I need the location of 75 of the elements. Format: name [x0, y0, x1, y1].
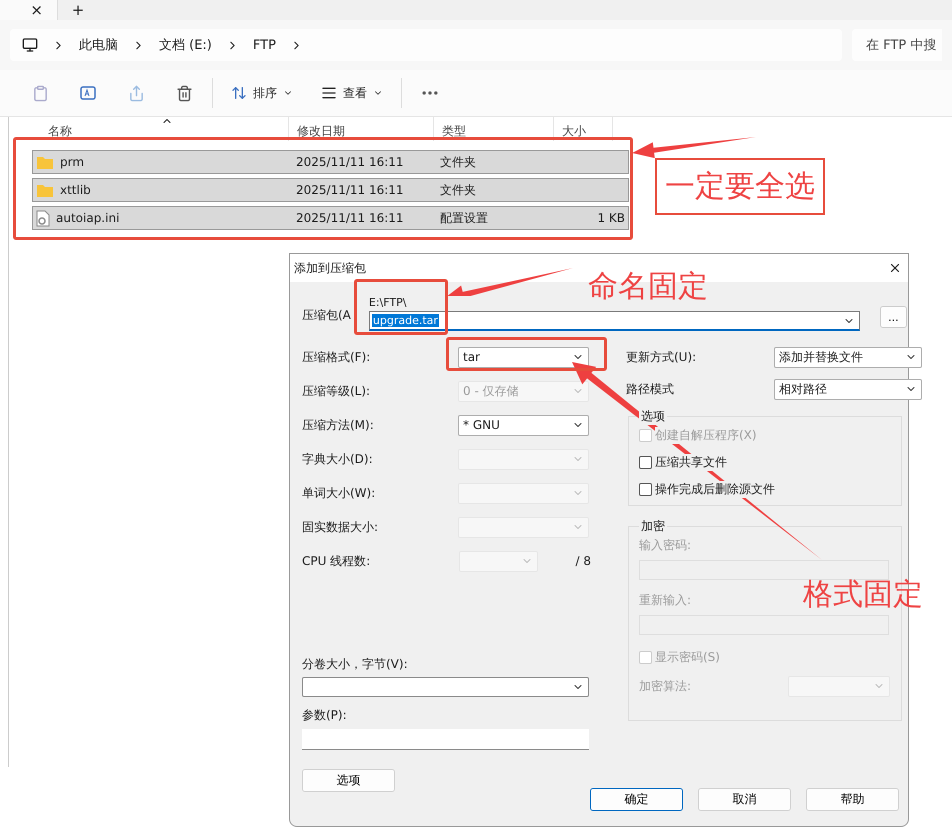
file-row[interactable]: autoiap.ini 2025/11/11 16:11 配置设置 1 KB [32, 206, 629, 230]
field-label: 压缩格式(F): [302, 348, 370, 366]
file-type: 文件夹 [440, 154, 477, 170]
column-header[interactable]: 名称 [9, 117, 289, 141]
checkbox-label: 显示密码(S) [655, 649, 720, 666]
breadcrumb-item[interactable]: 文档 (E:) [159, 36, 212, 54]
browse-button[interactable]: ... [880, 306, 907, 328]
dialog-button[interactable]: 确定 [590, 788, 683, 811]
rename-icon[interactable] [79, 84, 97, 102]
checkbox-label: 压缩共享文件 [655, 454, 727, 471]
field-label: 路径模式 [626, 380, 674, 398]
sort-icon [231, 85, 247, 101]
parameters-field[interactable] [302, 729, 589, 750]
field-label: 字典大小(D): [302, 450, 373, 468]
share-icon[interactable] [128, 84, 144, 102]
breadcrumb-item[interactable]: 此电脑 [79, 36, 118, 54]
file-name: autoiap.ini [56, 211, 120, 225]
delete-icon[interactable] [176, 84, 192, 102]
close-icon[interactable] [888, 261, 902, 275]
list-icon [321, 85, 337, 101]
column-header[interactable]: 大小 [554, 117, 613, 141]
settings-file-icon [36, 210, 50, 226]
options-button[interactable]: 选项 [302, 769, 395, 792]
paste-icon[interactable] [32, 84, 48, 102]
new-tab-button[interactable]: + [58, 1, 98, 19]
file-date: 2025/11/11 16:11 [296, 211, 405, 225]
file-row[interactable]: xttlib 2025/11/11 16:11 文件夹 [32, 178, 629, 202]
dialog-title: 添加到压缩包 [294, 260, 366, 276]
column-header[interactable]: 修改日期 [289, 117, 434, 141]
field-label: 更新方式(U): [626, 348, 696, 366]
view-button[interactable]: 查看 [307, 84, 397, 102]
file-type: 文件夹 [440, 182, 477, 198]
thread-total: / 8 [576, 554, 591, 568]
file-size: 1 KB [596, 211, 626, 225]
file-row[interactable]: prm 2025/11/11 16:11 文件夹 [32, 150, 629, 174]
file-name: prm [60, 155, 84, 169]
file-type: 配置设置 [440, 210, 489, 226]
computer-icon [22, 37, 38, 53]
dropdown[interactable]: 相对路径 [774, 378, 922, 400]
dropdown[interactable] [788, 676, 890, 696]
checkbox[interactable] [639, 456, 652, 469]
dropdown[interactable]: 添加并替换文件 [774, 346, 922, 368]
volume-size-dropdown[interactable] [302, 677, 589, 697]
annotation-label: 格式固定 [803, 576, 923, 614]
address-bar[interactable]: 此电脑 文档 (E:) FTP [10, 29, 842, 61]
folder-icon [36, 182, 54, 198]
breadcrumb-item[interactable]: FTP [252, 38, 276, 52]
field-label: 固实数据大小: [302, 518, 378, 536]
file-name: xttlib [60, 183, 91, 197]
column-header[interactable]: 类型 [434, 117, 554, 141]
search-field[interactable]: 在 FTP 中搜 [852, 29, 942, 61]
checkbox-label: 操作完成后删除源文件 [655, 481, 775, 498]
dropdown[interactable]: tar [458, 346, 589, 368]
dialog-button[interactable]: 取消 [698, 788, 791, 811]
field-label: 加密算法: [639, 678, 692, 694]
close-tab-button[interactable]: × [0, 0, 58, 20]
archive-name-field[interactable]: upgrade.tar [368, 311, 860, 331]
checkbox-label: 创建自解压程序(X) [655, 427, 757, 444]
field-label: 单词大小(W): [302, 484, 376, 502]
field-label: 压缩等级(L): [302, 382, 370, 400]
file-date: 2025/11/11 16:11 [296, 183, 405, 197]
group-title: 选项 [639, 408, 667, 425]
field-label: 压缩方法(M): [302, 416, 374, 434]
field-label: 输入密码: [639, 537, 692, 554]
folder-icon [36, 154, 54, 170]
field-label: 重新输入: [639, 592, 692, 609]
dropdown[interactable]: * GNU [458, 414, 589, 436]
checkbox[interactable] [639, 483, 652, 496]
field-label: CPU 线程数: [302, 552, 370, 570]
file-date: 2025/11/11 16:11 [296, 155, 405, 169]
annotation-label: 一定要全选 [655, 158, 825, 215]
sort-button[interactable]: 排序 [217, 84, 307, 102]
field-label: 参数(P): [302, 707, 347, 724]
field-label: 分卷大小，字节(V): [302, 656, 408, 673]
dialog-button[interactable]: 帮助 [806, 788, 899, 811]
